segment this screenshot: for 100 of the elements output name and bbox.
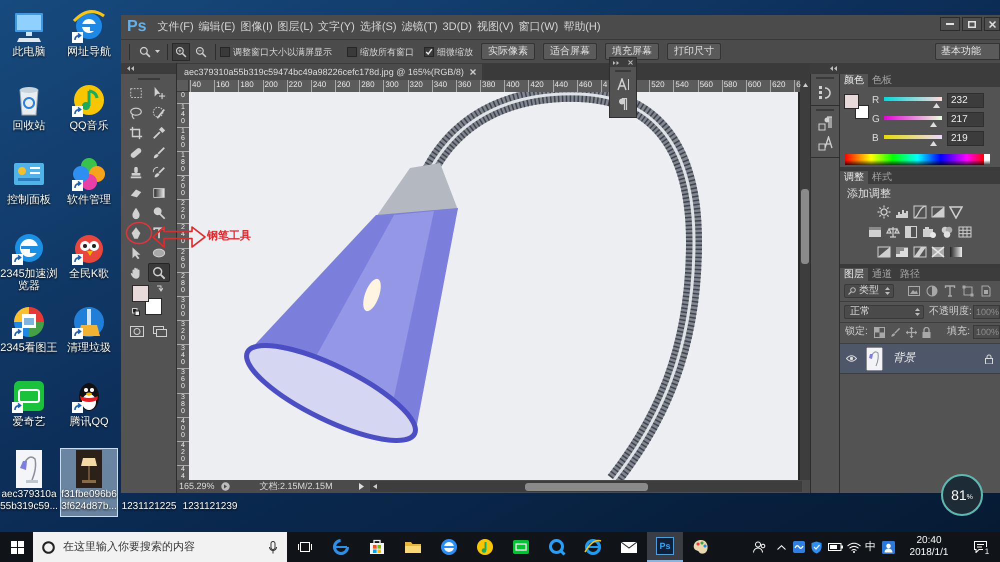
option-button[interactable]: 适合屏幕 — [543, 43, 597, 60]
workspace-dropdown[interactable]: 基本功能 — [935, 43, 1000, 60]
taskbar-app-button[interactable]: Ps — [647, 532, 683, 562]
panel-tab[interactable]: 调整 — [840, 171, 868, 184]
type-icon[interactable] — [944, 285, 956, 297]
menu-item[interactable]: 选择(S) — [360, 20, 396, 34]
menu-item[interactable]: 视图(V) — [476, 20, 514, 34]
menu-item[interactable]: 3D(D) — [442, 20, 472, 34]
menu-item[interactable]: 文件(F) — [158, 20, 194, 34]
layer-row[interactable]: 背景 — [840, 344, 1000, 374]
notification-button[interactable]: 1 — [960, 532, 1000, 562]
input-method-indicator[interactable]: 中 — [863, 540, 878, 554]
option-button[interactable]: 填充屏幕 — [605, 43, 659, 60]
blend-mode-dropdown[interactable]: 正常 — [844, 305, 924, 319]
character-styles-icon[interactable] — [818, 136, 832, 151]
panel-tab[interactable]: 色板 — [868, 74, 896, 87]
wave-tile-icon[interactable] — [793, 541, 805, 553]
eye-icon[interactable] — [846, 355, 856, 362]
menu-item[interactable]: 图层(L) — [278, 20, 314, 34]
grid-icon[interactable] — [958, 225, 972, 239]
panel-tab[interactable]: 颜色 — [840, 74, 868, 87]
zoom-in-button[interactable] — [172, 42, 190, 60]
option-button[interactable]: 实际像素 — [481, 43, 535, 60]
value-field[interactable]: 232 — [947, 93, 984, 108]
checkerboard-icon[interactable] — [874, 326, 885, 338]
panel-tab[interactable]: 路径 — [896, 268, 924, 281]
globe-icon[interactable] — [71, 8, 107, 44]
panel-tab[interactable]: 通道 — [868, 268, 896, 281]
camera-icon[interactable] — [922, 225, 936, 239]
screen-icon[interactable] — [11, 378, 47, 414]
scales-icon[interactable] — [886, 225, 900, 239]
menu-item[interactable]: 文字(Y) — [318, 20, 355, 34]
scrollbar-thumb[interactable] — [801, 189, 809, 264]
panel-tab[interactable]: 图层 — [840, 268, 868, 281]
brush-icon[interactable] — [890, 326, 901, 338]
checkbox[interactable] — [347, 46, 357, 56]
paragraph-styles-icon[interactable] — [818, 116, 832, 131]
slider-thumb[interactable] — [930, 122, 937, 126]
invert-icon[interactable] — [877, 245, 891, 259]
document-tab[interactable]: aec379310a55b319c59474bc49a98226cefc178d.jpg @ 165%(RGB/8) — [177, 64, 482, 80]
menu-item[interactable]: 帮助(H) — [563, 20, 601, 34]
triangle-icon[interactable] — [949, 205, 963, 219]
color-spectrum[interactable] — [845, 154, 990, 165]
music-note-icon[interactable] — [71, 82, 107, 118]
menu-item[interactable]: 窗口(W) — [518, 20, 558, 34]
photo-thumbnail[interactable] — [16, 450, 42, 488]
checkbox[interactable] — [220, 46, 230, 56]
filter-dropdown[interactable]: 类型 — [844, 284, 894, 298]
broom-icon[interactable] — [71, 304, 107, 340]
collapse-icon[interactable] — [127, 66, 134, 71]
exposure-icon[interactable] — [931, 205, 945, 219]
image-icon[interactable] — [908, 285, 920, 297]
history-icon[interactable] — [818, 85, 832, 100]
battery-icon[interactable] — [828, 543, 842, 551]
posterize-icon[interactable] — [895, 245, 909, 259]
user-icon[interactable] — [882, 540, 894, 554]
shield-icon[interactable] — [810, 540, 822, 554]
maximize-button[interactable] — [962, 17, 982, 31]
color-bars-icon[interactable] — [868, 225, 882, 239]
x-square-icon[interactable] — [931, 245, 945, 259]
scroll-left-icon[interactable] — [372, 484, 377, 489]
lock-icon[interactable] — [922, 326, 931, 338]
clover-icon[interactable] — [71, 156, 107, 192]
default-colors-icon[interactable] — [132, 308, 140, 316]
close-button[interactable] — [984, 17, 1000, 31]
option-button[interactable]: 打印尺寸 — [667, 43, 721, 60]
paragraph-icon[interactable] — [618, 98, 628, 110]
threshold-icon[interactable] — [913, 245, 927, 259]
slider-thumb[interactable] — [930, 140, 938, 146]
value-field[interactable]: 217 — [947, 112, 984, 127]
minimize-button[interactable] — [940, 17, 960, 31]
tool-button[interactable] — [148, 263, 170, 282]
shape-icon[interactable] — [962, 285, 974, 297]
character-icon[interactable] — [616, 78, 630, 91]
menu-item[interactable]: 图像(I) — [240, 20, 273, 34]
search-field[interactable]: 在这里输入你要搜索的内容 — [33, 532, 287, 562]
value-field[interactable]: 219 — [947, 131, 984, 146]
menu-item[interactable]: 编辑(E) — [198, 20, 236, 34]
background-color-swatch[interactable] — [145, 298, 162, 315]
close-icon[interactable] — [628, 60, 633, 65]
checkbox[interactable] — [424, 46, 434, 56]
curves-icon[interactable] — [913, 205, 927, 219]
menu-item[interactable]: 滤镜(T) — [401, 20, 438, 34]
collapse-icon[interactable] — [830, 66, 837, 71]
swap-colors-icon[interactable] — [156, 285, 163, 292]
background-color-swatch[interactable] — [855, 105, 869, 119]
smart-object-icon[interactable] — [980, 285, 992, 297]
play-icon[interactable] — [358, 483, 364, 490]
foreground-color-swatch[interactable] — [132, 285, 149, 302]
half-square-icon[interactable] — [904, 225, 918, 239]
color-wheel-icon[interactable] — [11, 304, 47, 340]
microphone-icon[interactable] — [269, 540, 277, 554]
scrollbar-thumb[interactable] — [524, 482, 648, 490]
move-icon[interactable] — [906, 326, 917, 338]
wifi-icon[interactable] — [847, 542, 861, 552]
panel-tab[interactable]: 样式 — [868, 171, 896, 184]
export-icon[interactable] — [220, 482, 230, 491]
scroll-up-icon[interactable] — [802, 83, 808, 87]
brightness-icon[interactable] — [877, 205, 891, 219]
photo-thumbnail[interactable] — [76, 450, 102, 488]
